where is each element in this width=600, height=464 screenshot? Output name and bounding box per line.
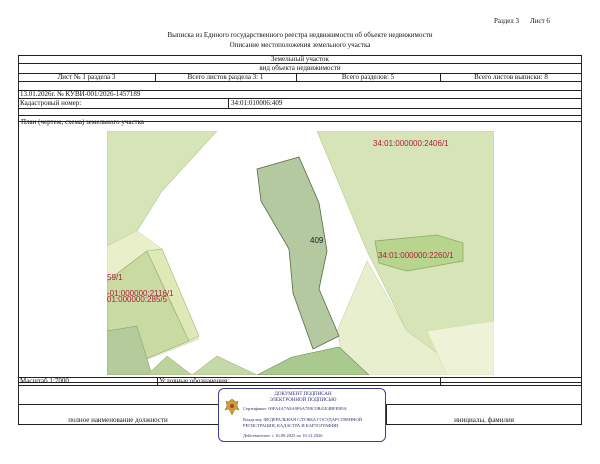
page-subtitle: Описание местоположения земельного участ…	[229, 41, 371, 49]
cadastral-value: 34:01:010006:409	[231, 99, 283, 107]
sheet-of-section: Лист № 1 раздела 3	[57, 73, 116, 81]
signature-stamp: ДОКУМЕНТ ПОДПИСАН ЭЛЕКТРОННОЙ ПОДПИСЬЮ С…	[218, 388, 386, 442]
section-number: Раздел 3	[494, 17, 520, 25]
stamp-title-2: ЭЛЕКТРОННОЙ ПОДПИСЬЮ	[269, 398, 337, 403]
date-number: 13.01.2026г. № КУВИ-001/2026-1457189	[20, 90, 141, 98]
sheets-in-section: Всего листов раздела 3: 1	[187, 73, 264, 81]
object-type: Земельный участок	[271, 55, 329, 63]
stamp-owner-1: Владелец: ФЕДЕРАЛЬНАЯ СЛУЖБА ГОСУДАРСТВЕ…	[243, 417, 363, 422]
cadastral-label: Кадастровый номер:	[20, 99, 82, 107]
parcel-label-2260: 34:01:000000:2260/1	[378, 251, 454, 260]
total-sections: Всего разделов: 5	[341, 73, 395, 81]
position-label: полное наименование должности	[68, 416, 168, 424]
plan-label: План (чертеж, схема) земельного участка	[21, 118, 145, 126]
initials-label: инициалы, фамилия	[454, 416, 514, 424]
total-sheets: Всего листов выписки: 8	[474, 73, 548, 81]
parcel-label-2406: 34:01:000000:2406/1	[373, 139, 449, 148]
scale-label: Масштаб 1:7000	[20, 377, 69, 385]
stamp-certificate: Сертификат: 00FA4A7A8A9F6A7E8C0B41E4BFEB…	[243, 406, 347, 411]
parcel-label-285: 01:000000:285/5	[107, 295, 168, 304]
stamp-title-1: ДОКУМЕНТ ПОДПИСАН	[274, 392, 332, 397]
parcel-label-59: 59/1	[107, 273, 123, 282]
page-title: Выписка из Единого государственного реес…	[167, 31, 433, 39]
parcel-label-409: 409	[310, 236, 324, 245]
stamp-valid: Действителен: с 16.09.2025 по 10.12.2026	[243, 433, 323, 438]
object-kind: вид объекта недвижимости	[259, 64, 341, 72]
sheet-number: Лист 6	[530, 17, 550, 25]
legend-label: Условные обозначения:	[159, 377, 230, 385]
stamp-owner-2: РЕГИСТРАЦИИ, КАДАСТРА И КАРТОГРАФИИ	[243, 423, 339, 428]
